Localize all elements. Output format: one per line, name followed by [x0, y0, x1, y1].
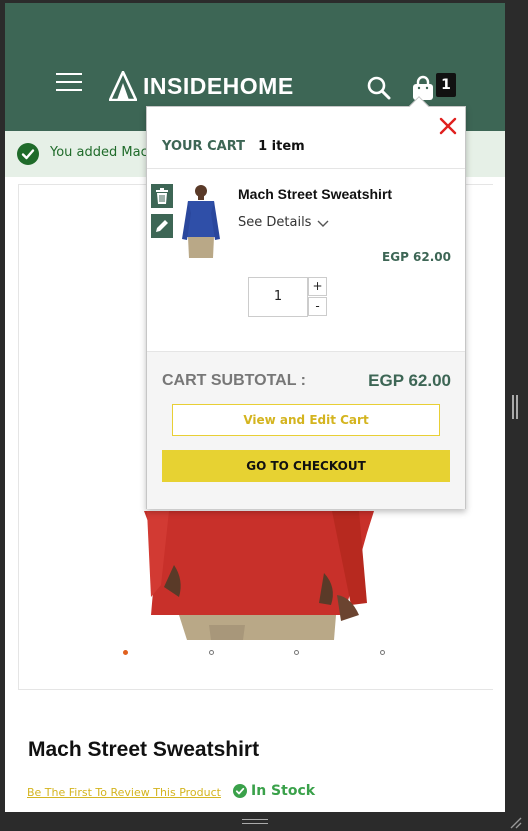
subtotal-value: EGP 62.00 — [368, 371, 451, 390]
close-icon[interactable] — [438, 116, 458, 136]
hamburger-menu-icon[interactable] — [56, 73, 82, 93]
gallery-dot[interactable] — [123, 650, 128, 655]
gallery-dots — [5, 648, 505, 660]
cart-count-badge[interactable]: 1 — [436, 73, 456, 97]
trash-icon — [156, 188, 168, 204]
notice-text: You added Mach — [50, 145, 156, 160]
edit-item-button[interactable] — [151, 214, 173, 238]
minicart-dropdown: YOUR CART 1 item Mach Street Sweatshirt … — [146, 96, 466, 509]
cart-item-name[interactable]: Mach Street Sweatshirt — [238, 186, 392, 202]
quantity-input[interactable]: 1 — [248, 277, 308, 317]
search-icon[interactable] — [366, 75, 392, 101]
shopping-bag-icon[interactable] — [411, 75, 435, 101]
item-actions — [151, 184, 173, 244]
review-link[interactable]: Be The First To Review This Product — [27, 786, 221, 799]
resize-handle-horizontal[interactable] — [242, 819, 268, 824]
divider — [147, 168, 465, 169]
chevron-down-icon — [317, 220, 329, 227]
page-viewport: INSIDEHOME 1 You added Mach Mach Street … — [5, 3, 505, 812]
cart-item-price: EGP 62.00 — [382, 250, 451, 264]
delete-item-button[interactable] — [151, 184, 173, 208]
pencil-icon — [156, 220, 168, 232]
cart-footer: CART SUBTOTAL : EGP 62.00 View and Edit … — [147, 351, 465, 509]
see-details-label: See Details — [238, 215, 312, 230]
cart-header: YOUR CART 1 item — [162, 135, 305, 154]
gallery-dot[interactable] — [294, 650, 299, 655]
quantity-increase-button[interactable]: + — [308, 277, 327, 296]
cart-title: YOUR CART — [162, 139, 245, 154]
site-logo[interactable]: INSIDEHOME — [109, 71, 294, 101]
see-details-toggle[interactable]: See Details — [238, 215, 330, 230]
check-circle-icon — [17, 143, 39, 165]
product-title: Mach Street Sweatshirt — [28, 738, 260, 761]
gallery-dot[interactable] — [209, 650, 214, 655]
resize-handle-vertical[interactable] — [512, 395, 518, 419]
quantity-decrease-button[interactable]: - — [308, 297, 327, 316]
logo-text: INSIDEHOME — [143, 72, 294, 99]
stock-text: In Stock — [251, 783, 316, 799]
gallery-dot[interactable] — [380, 650, 385, 655]
check-circle-icon — [233, 784, 247, 798]
checkout-button[interactable]: GO TO CHECKOUT — [162, 450, 450, 482]
tent-logo-icon — [109, 71, 137, 101]
view-edit-cart-button[interactable]: View and Edit Cart — [172, 404, 440, 436]
resize-grip-icon[interactable] — [508, 815, 522, 829]
product-thumbnail[interactable] — [179, 183, 223, 261]
subtotal-label: CART SUBTOTAL : — [162, 372, 306, 389]
cart-item-count: 1 item — [258, 139, 305, 154]
stock-status: In Stock — [233, 783, 315, 799]
